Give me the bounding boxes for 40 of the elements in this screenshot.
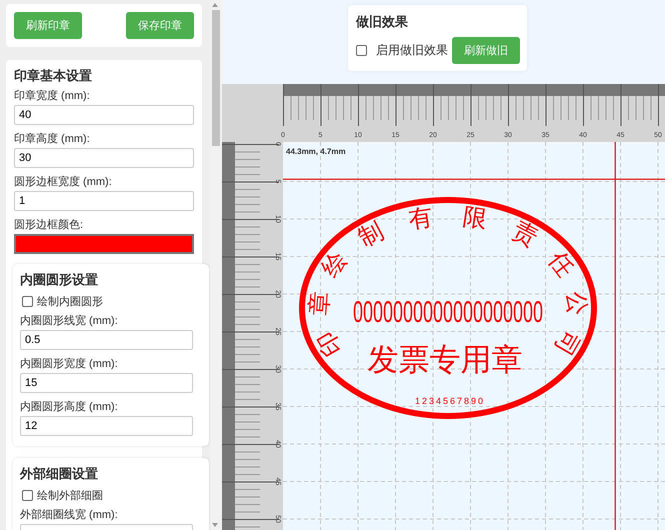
stamp-code: 1234567890: [414, 396, 486, 406]
stamp-character: 司: [548, 326, 584, 360]
section-title: 外部细圈设置: [20, 466, 99, 482]
stamp-character: 任: [543, 246, 580, 282]
stamp-character: 责: [508, 217, 542, 252]
stamp-character: 制: [354, 217, 388, 252]
stamp-title: 发票专用章: [368, 342, 522, 377]
checkbox[interactable]: [22, 296, 33, 307]
stamp-character: 绘: [316, 246, 353, 282]
scrollbar[interactable]: [210, 0, 222, 530]
checkbox[interactable]: [356, 45, 367, 56]
input-field[interactable]: 1: [14, 191, 194, 211]
stamp-character: 公: [562, 290, 591, 316]
checkbox-label: 绘制内圈圆形: [37, 295, 103, 309]
stamp-character: 有: [406, 203, 435, 234]
section-title: 内圈圆形设置: [20, 272, 99, 288]
stamp-character: 章: [305, 290, 334, 316]
input-field[interactable]: 12: [20, 416, 193, 436]
field-label: 内圈圆形高度 (mm):: [20, 401, 119, 414]
input-field[interactable]: 30: [14, 148, 194, 168]
section-title: 印章基本设置: [14, 68, 93, 84]
field-label: 内圈圆形线宽 (mm):: [20, 315, 119, 328]
field-label: 圆形边框颜色:: [14, 219, 84, 232]
field-label: 内圈圆形宽度 (mm):: [20, 358, 119, 371]
cursor-readout: 44.3mm, 4.7mm: [286, 147, 346, 156]
input-field[interactable]: 15: [20, 373, 193, 393]
checkbox[interactable]: [22, 490, 33, 501]
stamp-number: 0000000000000000000: [352, 296, 544, 330]
field-label: 印章宽度 (mm):: [14, 90, 91, 103]
field-label: 圆形边框宽度 (mm):: [14, 176, 113, 189]
field-label: 外部细圈线宽 (mm):: [20, 509, 119, 522]
panel-title: 做旧效果: [356, 13, 409, 31]
input-field[interactable]: 40: [14, 105, 194, 125]
color-picker[interactable]: [14, 234, 194, 254]
input-field[interactable]: 0.5: [20, 330, 193, 350]
field-label: 印章高度 (mm):: [14, 133, 91, 146]
checkbox-label: 启用做旧效果: [376, 42, 448, 59]
stamp-character: 限: [461, 203, 490, 234]
stamp-character: 印: [312, 326, 348, 360]
checkbox-label: 绘制外部细圈: [37, 488, 103, 503]
